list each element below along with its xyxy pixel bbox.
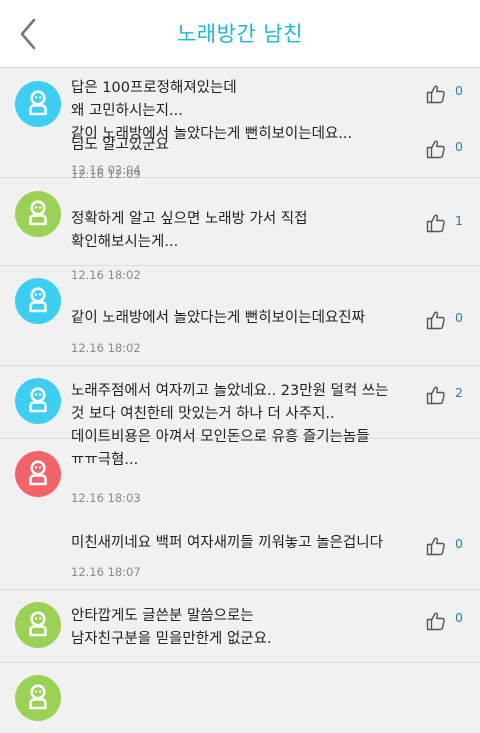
like-count: 0: [455, 610, 463, 625]
like-count: 0: [455, 536, 463, 551]
page-title: 노래방간 남친: [176, 22, 304, 46]
like-count: 1: [455, 213, 463, 228]
comment-list: 답은 100프로정해져있는데 왜 고민하시는지... 같이 노래방에서 놀았다는…: [0, 69, 480, 733]
avatar: [15, 451, 61, 497]
thumbs-up-icon[interactable]: [425, 384, 447, 406]
thumbs-up-icon[interactable]: [425, 212, 447, 234]
like-count: 0: [455, 139, 463, 154]
person-icon: [29, 684, 47, 710]
comment-item: 안타깝게도 글쓴분 말씀으로는 남자친구분을 믿을만한게 없군요. 0: [0, 608, 480, 733]
comment-text: 노래주점에서 여자끼고 놀았네요.. 23만원 덜컥 쓰는 것 보다 여친한테 …: [71, 383, 389, 468]
like-count: 0: [455, 310, 463, 325]
thumbs-up-icon[interactable]: [425, 535, 447, 557]
comment-item: 답은 100프로정해져있는데 왜 고민하시는지... 같이 노래방에서 놀았다는…: [0, 69, 480, 178]
comment-time: 12.16 18:03: [71, 491, 141, 505]
person-icon: [29, 460, 47, 486]
thumbs-up-icon[interactable]: [425, 83, 447, 105]
avatar: [15, 675, 61, 721]
like-count: 0: [455, 83, 463, 98]
avatar: [15, 81, 61, 127]
comment-time: 12.16 18:07: [71, 565, 141, 579]
avatar: [15, 191, 61, 237]
thumbs-up-icon[interactable]: [425, 309, 447, 331]
thumbs-up-icon[interactable]: [425, 610, 447, 632]
avatar: [15, 378, 61, 424]
avatar: [15, 278, 61, 324]
comment-text: 정확하게 알고 싶으면 노래방 가서 직접 확인해보시는게...: [71, 211, 308, 250]
thumbs-up-icon[interactable]: [425, 138, 447, 160]
person-icon: [29, 200, 47, 226]
person-icon: [29, 90, 47, 116]
comment-time: 12.16 18:02: [71, 268, 141, 282]
comment-text: 님도 알고있군요: [71, 137, 169, 153]
comment-time: 12.16 18:02: [71, 341, 141, 355]
like-count: 2: [455, 385, 463, 400]
person-icon: [29, 611, 47, 637]
comment-text: 미친새끼네요 백퍼 여자새끼들 끼워놓고 놀은겁니다: [71, 535, 383, 551]
comment-text: 안타깝게도 글쓴분 말씀으로는 남자친구분을 믿을만한게 없군요.: [71, 608, 272, 647]
avatar: [15, 602, 61, 648]
person-icon: [29, 287, 47, 313]
person-icon: [29, 387, 47, 413]
comment-text: 같이 노래방에서 놀았다는게 뻔히보이는데요진짜: [71, 310, 365, 326]
app-header: 노래방간 남친: [0, 0, 480, 68]
comment-time: 12.16 12:09: [71, 167, 141, 181]
